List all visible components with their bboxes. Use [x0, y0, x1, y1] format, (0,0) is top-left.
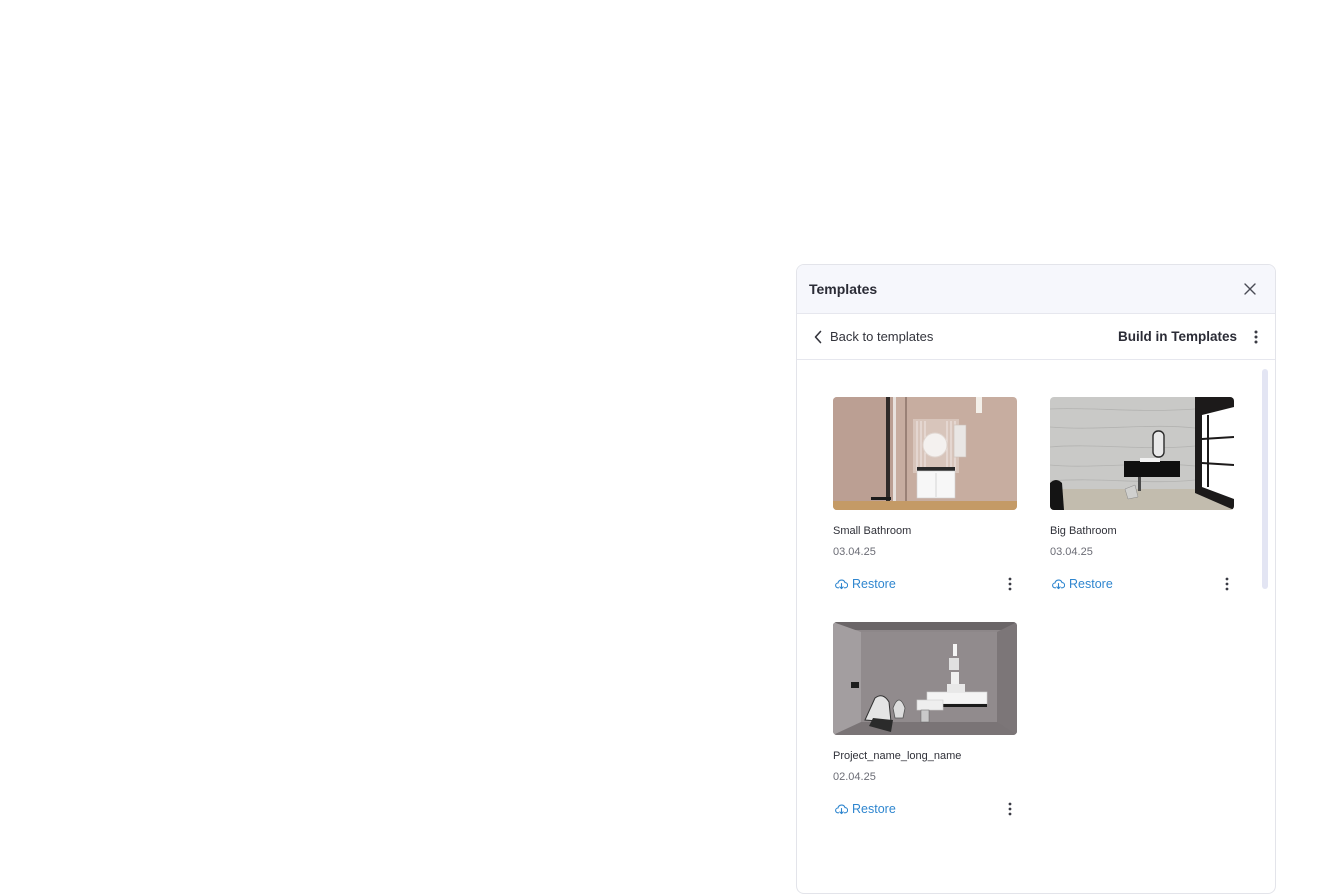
subheader: Back to templates Build in Templates — [797, 314, 1275, 360]
template-date: 02.04.25 — [833, 771, 876, 783]
templates-list: Small Bathroom 03.04.25 Restore Big Bath… — [797, 360, 1275, 893]
more-vertical-icon — [1225, 577, 1229, 591]
template-thumbnail[interactable] — [833, 397, 1017, 510]
template-menu-button[interactable] — [1220, 574, 1234, 594]
templates-grid: Small Bathroom 03.04.25 Restore Big Bath… — [833, 397, 1234, 819]
template-name: Small Bathroom — [833, 525, 912, 537]
restore-button[interactable]: Restore — [833, 802, 896, 816]
template-menu-button[interactable] — [1003, 574, 1017, 594]
restore-label: Restore — [1069, 577, 1113, 591]
section-title: Build in Templates — [1117, 329, 1237, 344]
close-button[interactable] — [1239, 278, 1261, 300]
template-date: 03.04.25 — [833, 546, 876, 558]
restore-button[interactable]: Restore — [833, 577, 896, 591]
cloud-download-icon — [1052, 579, 1065, 590]
restore-label: Restore — [852, 577, 896, 591]
more-vertical-icon — [1008, 802, 1012, 816]
back-link-label: Back to templates — [830, 329, 934, 344]
template-card: Small Bathroom 03.04.25 Restore — [833, 397, 1017, 594]
more-vertical-icon — [1008, 577, 1012, 591]
close-icon — [1244, 283, 1256, 295]
template-menu-button[interactable] — [1003, 799, 1017, 819]
template-thumbnail[interactable] — [833, 622, 1017, 735]
template-name: Big Bathroom — [1050, 525, 1117, 537]
chevron-left-icon — [814, 330, 822, 343]
more-vertical-icon — [1254, 330, 1258, 343]
templates-panel: Templates Back to templates Build in Tem… — [796, 264, 1276, 894]
panel-title: Templates — [809, 281, 878, 297]
template-thumbnail[interactable] — [1050, 397, 1234, 510]
panel-header: Templates — [797, 265, 1275, 314]
template-card: Project_name_long_name 02.04.25 Restore — [833, 622, 1017, 819]
cloud-download-icon — [835, 804, 848, 815]
restore-button[interactable]: Restore — [1050, 577, 1113, 591]
restore-label: Restore — [852, 802, 896, 816]
template-date: 03.04.25 — [1050, 546, 1093, 558]
template-name: Project_name_long_name — [833, 750, 962, 762]
cloud-download-icon — [835, 579, 848, 590]
section-menu-button[interactable] — [1249, 327, 1263, 347]
back-to-templates-link[interactable]: Back to templates — [813, 329, 933, 344]
scrollbar[interactable] — [1262, 369, 1268, 589]
template-card: Big Bathroom 03.04.25 Restore — [1050, 397, 1234, 594]
